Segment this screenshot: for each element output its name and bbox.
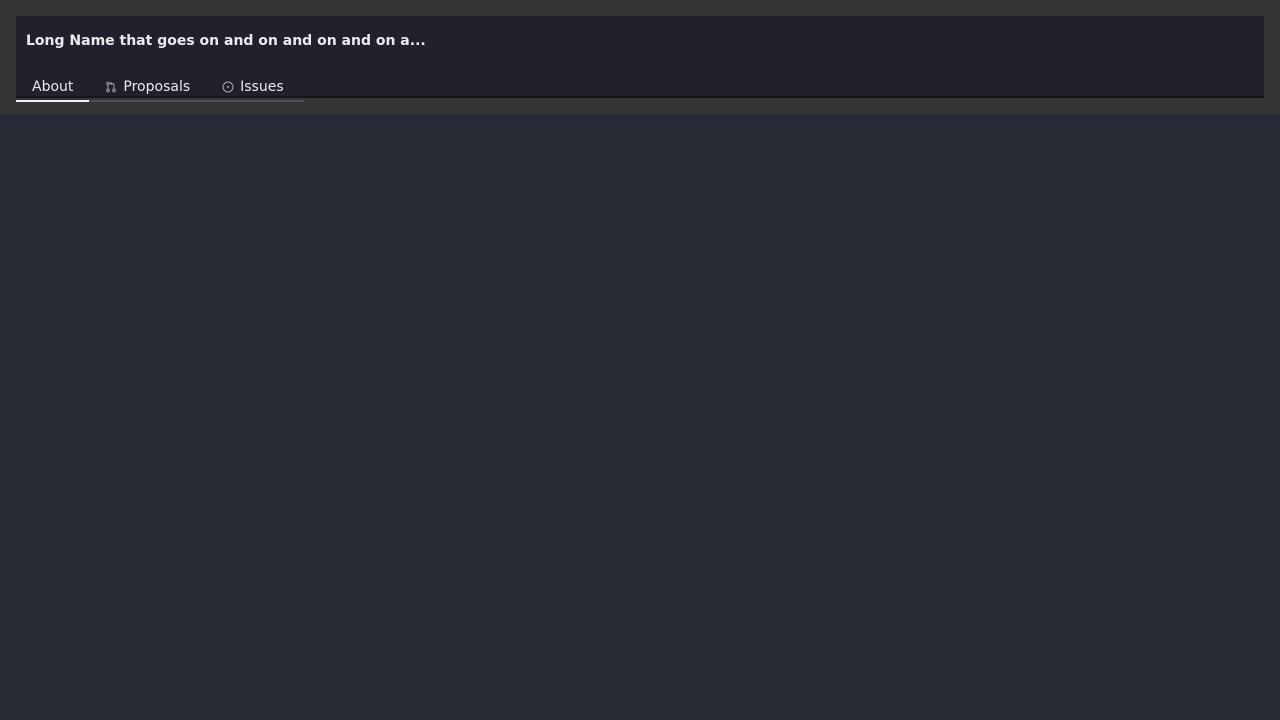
tab-proposals[interactable]: Proposals	[89, 78, 206, 96]
tab-bar: About Proposals Issues	[16, 78, 304, 102]
tab-issues[interactable]: Issues	[206, 78, 300, 96]
tab-proposals-label: Proposals	[123, 79, 191, 95]
issue-circle-icon	[222, 81, 234, 93]
tab-about-label: About	[32, 79, 74, 95]
top-band: Long Name that goes on and on and on and…	[0, 0, 1280, 114]
main-content-area	[0, 114, 1280, 720]
project-header: Long Name that goes on and on and on and…	[16, 16, 1264, 102]
git-pull-request-icon	[105, 81, 117, 93]
tab-issues-label: Issues	[240, 79, 284, 95]
project-title: Long Name that goes on and on and on and…	[26, 33, 426, 49]
tab-about[interactable]: About	[16, 78, 90, 102]
